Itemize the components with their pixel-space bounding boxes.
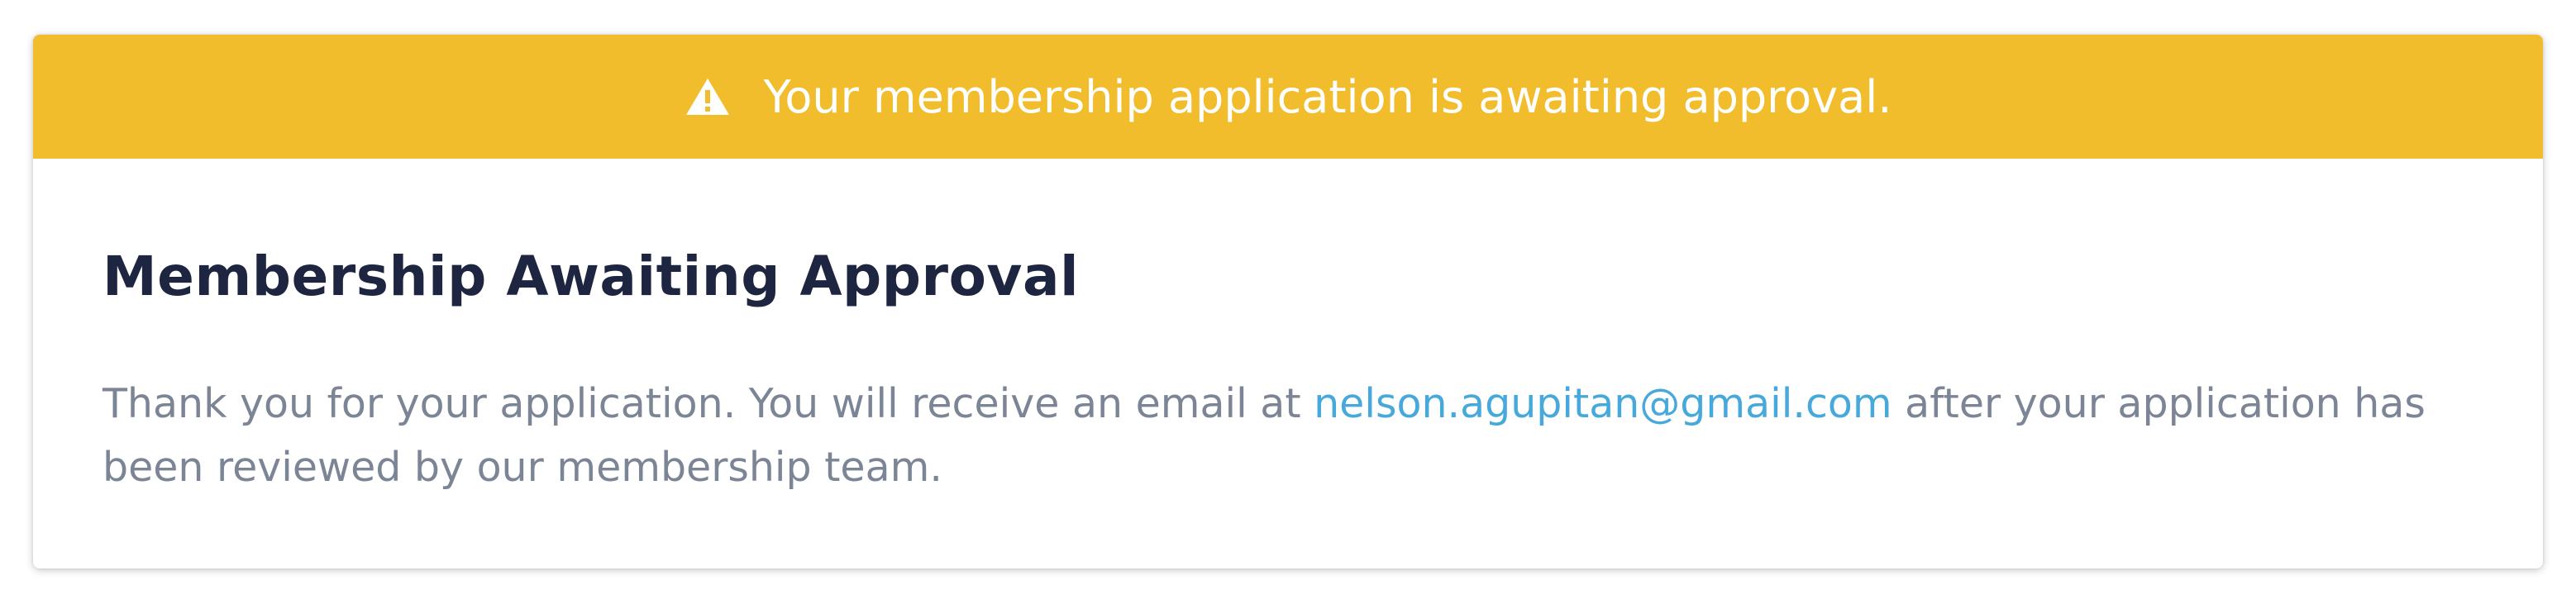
warning-icon — [685, 77, 731, 117]
email-link[interactable]: nelson.agupitan@gmail.com — [1314, 380, 1891, 427]
confirmation-message: Thank you for your application. You will… — [103, 372, 2473, 499]
panel-body: Membership Awaiting Approval Thank you f… — [33, 159, 2543, 499]
status-banner: Your membership application is awaiting … — [33, 35, 2543, 159]
page-title: Membership Awaiting Approval — [103, 245, 1080, 308]
banner-text: Your membership application is awaiting … — [763, 70, 1892, 123]
approval-notice-card: Your membership application is awaiting … — [33, 35, 2543, 569]
message-text-before: Thank you for your application. You will… — [103, 380, 1314, 427]
